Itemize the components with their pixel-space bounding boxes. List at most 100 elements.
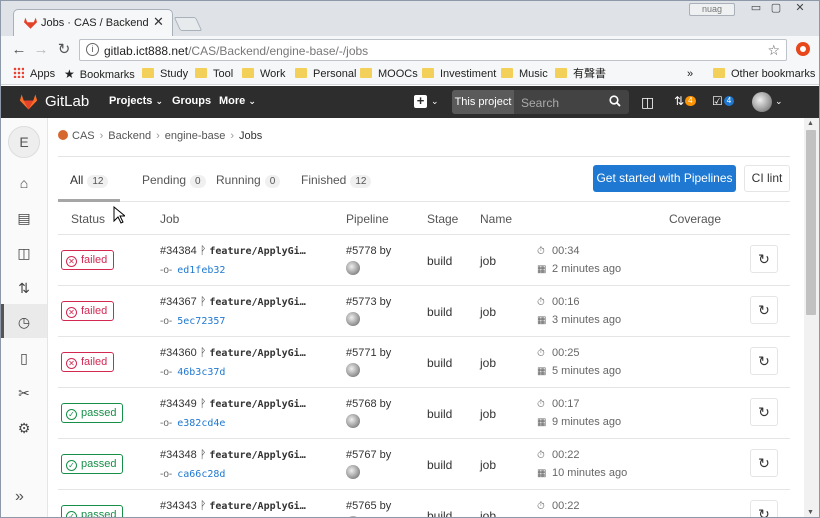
search-input[interactable]: Search: [521, 96, 559, 110]
branch-name[interactable]: feature/ApplyGi…: [209, 450, 305, 461]
bookmark-folder[interactable]: Study: [142, 67, 188, 81]
repository-icon[interactable]: ▤: [14, 210, 34, 228]
scroll-down-icon[interactable]: ▼: [807, 509, 814, 516]
address-bar[interactable]: i gitlab.ict888.net/CAS/Backend/engine-b…: [79, 39, 787, 61]
reload-icon[interactable]: ↻: [55, 41, 73, 59]
bookmark-bookmarks[interactable]: ★ Bookmarks: [64, 67, 135, 82]
breadcrumb-subgroup[interactable]: Backend: [108, 130, 151, 142]
branch-name[interactable]: feature/ApplyGi…: [209, 246, 305, 257]
scroll-up-icon[interactable]: ▲: [807, 120, 814, 127]
todos-icon[interactable]: ☑ 4: [712, 94, 735, 108]
new-tab-button[interactable]: [173, 17, 203, 31]
user-avatar[interactable]: [346, 312, 360, 326]
tab-close-icon[interactable]: ✕: [153, 14, 164, 30]
bookmarks-overflow[interactable]: »: [687, 67, 693, 81]
info-icon[interactable]: i: [86, 43, 99, 56]
branch-name[interactable]: feature/ApplyGi…: [209, 501, 305, 512]
branch-name[interactable]: feature/ApplyGi…: [209, 348, 305, 359]
rocket-icon[interactable]: ◷: [14, 314, 34, 332]
project-avatar[interactable]: E: [8, 126, 40, 158]
job-link[interactable]: #34348 ᚹ feature/ApplyGi…: [160, 449, 306, 461]
commit-sha[interactable]: ca66c28d: [177, 469, 225, 480]
tab-all[interactable]: All 12: [70, 173, 109, 188]
scrollbar-thumb[interactable]: [806, 130, 816, 315]
gitlab-brand[interactable]: GitLab: [45, 93, 89, 110]
status-badge[interactable]: ✓ passed: [61, 505, 124, 517]
snippets-icon[interactable]: ✂: [14, 385, 34, 403]
tab-pending[interactable]: Pending 0: [142, 173, 206, 188]
retry-button[interactable]: ↻: [750, 398, 778, 426]
job-link[interactable]: #34349 ᚹ feature/ApplyGi…: [160, 398, 306, 410]
breadcrumb-group[interactable]: CAS: [72, 130, 95, 142]
get-started-pipelines-button[interactable]: Get started with Pipelines: [593, 165, 736, 192]
vertical-scrollbar[interactable]: ▲ ▼: [804, 118, 819, 517]
ci-lint-button[interactable]: CI lint: [744, 165, 790, 192]
chevron-down-icon[interactable]: ⌄: [431, 96, 439, 107]
retry-button[interactable]: ↻: [750, 500, 778, 517]
retry-button[interactable]: ↻: [750, 296, 778, 324]
user-avatar[interactable]: [346, 261, 360, 275]
pipeline-link[interactable]: #5771 by: [346, 347, 391, 359]
job-link[interactable]: #34384 ᚹ feature/ApplyGi…: [160, 245, 306, 257]
nav-more[interactable]: More ⌄: [219, 95, 256, 107]
job-link[interactable]: #34343 ᚹ feature/ApplyGi…: [160, 500, 306, 512]
pipeline-link[interactable]: #5765 by: [346, 500, 391, 512]
new-item-plus-icon[interactable]: +: [414, 94, 427, 108]
browser-tab[interactable]: Jobs · CAS / Backend / e ✕: [13, 9, 173, 36]
retry-button[interactable]: ↻: [750, 449, 778, 477]
branch-name[interactable]: feature/ApplyGi…: [209, 297, 305, 308]
commit-sha[interactable]: 5ec72357: [177, 316, 225, 327]
pipeline-link[interactable]: #5778 by: [346, 245, 391, 257]
commit-sha[interactable]: 46b3c37d: [177, 367, 225, 378]
extension-icon[interactable]: [796, 42, 810, 56]
minimize-icon[interactable]: ▭: [745, 1, 767, 17]
status-badge[interactable]: ✕ failed: [61, 352, 115, 372]
bookmark-folder[interactable]: Investiment: [422, 67, 496, 81]
search-icon[interactable]: [609, 95, 621, 107]
merge-requests-icon[interactable]: ⇅ 4: [674, 94, 696, 108]
back-icon[interactable]: ←: [10, 41, 28, 59]
retry-button[interactable]: ↻: [750, 245, 778, 273]
bookmark-folder[interactable]: 有聲書: [555, 67, 606, 81]
commit-sha[interactable]: e382cd4e: [177, 418, 225, 429]
settings-gear-icon[interactable]: ⚙: [14, 420, 34, 438]
retry-button[interactable]: ↻: [750, 347, 778, 375]
nav-groups[interactable]: Groups: [172, 95, 211, 107]
bookmark-star-icon[interactable]: ☆: [767, 42, 780, 59]
bookmark-folder[interactable]: Tool: [195, 67, 233, 81]
bookmark-folder[interactable]: Personal: [295, 67, 356, 81]
branch-name[interactable]: feature/ApplyGi…: [209, 399, 305, 410]
user-avatar[interactable]: [346, 465, 360, 479]
tab-running[interactable]: Running 0: [216, 173, 281, 188]
bookmark-apps[interactable]: Apps: [13, 67, 55, 81]
user-avatar[interactable]: [752, 92, 772, 112]
bookmark-folder[interactable]: Work: [242, 67, 285, 81]
job-link[interactable]: #34367 ᚹ feature/ApplyGi…: [160, 296, 306, 308]
close-window-icon[interactable]: ✕: [789, 1, 811, 17]
pipeline-link[interactable]: #5768 by: [346, 398, 391, 410]
status-badge[interactable]: ✕ failed: [61, 250, 115, 270]
operations-icon[interactable]: ▯: [14, 350, 34, 368]
bookmark-folder[interactable]: MOOCs: [360, 67, 418, 81]
profile-badge[interactable]: nuag: [689, 3, 735, 16]
breadcrumb-project[interactable]: engine-base: [165, 130, 226, 142]
issues-icon[interactable]: ◫: [14, 245, 34, 263]
pipeline-link[interactable]: #5767 by: [346, 449, 391, 461]
status-badge[interactable]: ✓ passed: [61, 454, 124, 474]
forward-icon[interactable]: →: [32, 41, 50, 59]
issues-icon[interactable]: ◫: [641, 94, 654, 111]
status-badge[interactable]: ✓ passed: [61, 403, 124, 423]
maximize-icon[interactable]: ▢: [765, 1, 787, 17]
job-link[interactable]: #34360 ᚹ feature/ApplyGi…: [160, 347, 306, 359]
bookmark-folder[interactable]: Music: [501, 67, 548, 81]
chevron-down-icon[interactable]: ⌄: [775, 96, 783, 107]
commit-sha[interactable]: ed1feb32: [177, 265, 225, 276]
user-avatar[interactable]: [346, 363, 360, 377]
tab-finished[interactable]: Finished 12: [301, 173, 372, 188]
nav-projects[interactable]: Projects ⌄: [109, 95, 163, 107]
merge-request-icon[interactable]: ⇅: [14, 280, 34, 298]
bookmark-other[interactable]: Other bookmarks: [713, 67, 815, 81]
user-avatar[interactable]: [346, 414, 360, 428]
pipeline-link[interactable]: #5773 by: [346, 296, 391, 308]
status-badge[interactable]: ✕ failed: [61, 301, 115, 321]
